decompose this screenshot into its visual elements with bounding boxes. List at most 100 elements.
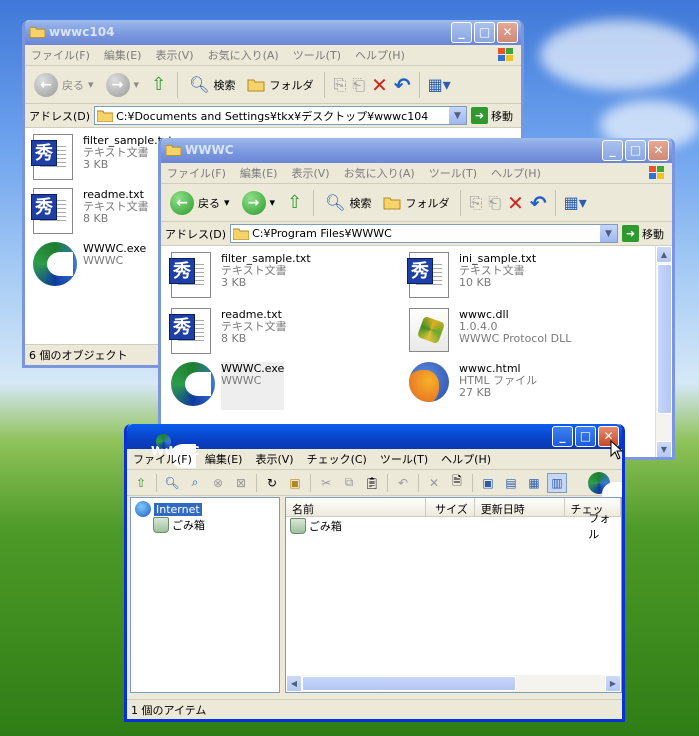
menu-view[interactable]: 表示(V) xyxy=(255,451,293,467)
file-item[interactable]: wwwc.html HTML ファイル 27 KB xyxy=(409,362,537,410)
title-bar[interactable]: wwwc104 _ □ ✕ xyxy=(25,20,521,45)
scroll-left-button[interactable]: ◀ xyxy=(286,675,302,692)
up-icon[interactable]: ⇧ xyxy=(131,473,151,493)
column-updated[interactable]: 更新日時 xyxy=(475,498,565,516)
menu-help[interactable]: ヘルプ(H) xyxy=(491,165,541,181)
toolbar-divider xyxy=(472,473,473,492)
file-item[interactable]: 秀 filter_sample.txt テキスト文書 3 KB xyxy=(169,252,311,300)
file-item[interactable]: 秀 readme.txt テキスト文書 8 KB xyxy=(31,188,149,236)
views-icon[interactable]: ▦▾ xyxy=(428,75,451,94)
undo-icon[interactable]: ↶ xyxy=(530,191,547,215)
menu-edit[interactable]: 編集(E) xyxy=(205,451,243,467)
file-item[interactable]: 秀 ini_sample.txt テキスト文書 10 KB xyxy=(407,252,536,300)
undo-icon[interactable]: ↶ xyxy=(393,473,413,493)
delete-icon[interactable]: ✕ xyxy=(507,191,524,215)
menu-help[interactable]: ヘルプ(H) xyxy=(441,451,491,467)
menu-file[interactable]: ファイル(F) xyxy=(167,165,226,181)
menu-check[interactable]: チェック(C) xyxy=(307,451,367,467)
menu-tools[interactable]: ツール(T) xyxy=(380,451,428,467)
tree-item-internet[interactable]: Internet xyxy=(135,501,202,517)
menu-view[interactable]: 表示(V) xyxy=(155,47,193,63)
file-item[interactable]: 秀 readme.txt テキスト文書 8 KB xyxy=(169,308,287,356)
folders-button[interactable]: フォルダ xyxy=(380,195,452,211)
address-dropdown-button[interactable]: ▼ xyxy=(449,107,466,124)
column-size[interactable]: サイズ xyxy=(426,498,475,516)
menu-view[interactable]: 表示(V) xyxy=(291,165,329,181)
address-input[interactable]: C:¥Program Files¥WWWC ▼ xyxy=(230,224,618,243)
up-folder-button[interactable]: ⇧ xyxy=(284,192,305,213)
delete-icon[interactable]: ✕ xyxy=(424,473,444,493)
copy-to-icon[interactable]: ⎗ xyxy=(488,193,501,213)
tree-item-recycle-bin[interactable]: ごみ箱 xyxy=(153,517,205,533)
move-to-icon[interactable]: ⎘ xyxy=(469,193,482,213)
open-icon[interactable]: ▣ xyxy=(285,473,305,493)
explorer-window-wwwc[interactable]: WWWC _ □ ✕ ファイル(F) 編集(E) 表示(V) お気に入り(A) … xyxy=(158,138,675,460)
maximize-button[interactable]: □ xyxy=(575,426,596,447)
menu-edit[interactable]: 編集(E) xyxy=(240,165,278,181)
wwwc-app-window[interactable]: WWWC _ □ ✕ ファイル(F) 編集(E) 表示(V) チェック(C) ツ… xyxy=(124,424,625,722)
back-button[interactable]: ← 戻る ▾ xyxy=(167,190,233,215)
horizontal-scrollbar[interactable]: ◀ ▶ xyxy=(286,675,621,692)
go-button[interactable]: ➜ 移動 xyxy=(471,107,517,124)
file-item[interactable]: WWWC.exe WWWC xyxy=(33,242,146,290)
cut-icon[interactable]: ✂ xyxy=(316,473,336,493)
maximize-button[interactable]: □ xyxy=(625,140,646,161)
file-item[interactable]: WWWC.exe WWWC xyxy=(171,362,285,410)
file-item[interactable]: wwwc.dll 1.0.4.0 WWWC Protocol DLL xyxy=(409,308,571,356)
address-dropdown-button[interactable]: ▼ xyxy=(600,225,617,242)
scroll-thumb[interactable] xyxy=(657,264,672,414)
small-icons-view-icon[interactable]: ▤ xyxy=(501,473,521,493)
up-folder-button[interactable]: ⇧ xyxy=(148,74,169,95)
back-button[interactable]: ← 戻る ▾ xyxy=(31,72,97,97)
paste-icon[interactable]: 📋︎ xyxy=(362,473,382,493)
copy-icon[interactable]: ⧉ xyxy=(339,473,359,493)
menu-help[interactable]: ヘルプ(H) xyxy=(355,47,405,63)
list-view-icon[interactable]: ▦ xyxy=(524,473,544,493)
views-icon[interactable]: ▦▾ xyxy=(564,193,587,212)
close-button[interactable]: ✕ xyxy=(648,140,669,161)
large-icons-view-icon[interactable]: ▣ xyxy=(478,473,498,493)
menu-file[interactable]: ファイル(F) xyxy=(133,451,192,467)
forward-button[interactable]: → ▾ xyxy=(239,190,279,215)
undo-icon[interactable]: ↶ xyxy=(394,73,411,97)
copy-to-icon[interactable]: ⎗ xyxy=(352,75,365,95)
details-view-icon[interactable]: ▥ xyxy=(547,472,567,493)
vertical-scrollbar[interactable]: ▲ ▼ xyxy=(655,246,672,457)
menu-favorites[interactable]: お気に入り(A) xyxy=(208,47,279,63)
file-item[interactable]: 秀 filter_sample.txt テキスト文書 3 KB xyxy=(31,134,173,182)
menu-tools[interactable]: ツール(T) xyxy=(293,47,341,63)
folders-button[interactable]: フォルダ xyxy=(244,77,316,93)
table-row[interactable]: ごみ箱 フォル xyxy=(286,512,621,541)
search-icon[interactable]: 🔍︎ xyxy=(162,473,182,493)
minimize-button[interactable]: _ xyxy=(451,22,472,43)
delete-icon[interactable]: ✕ xyxy=(371,73,388,97)
stop-icon[interactable]: ⊗ xyxy=(208,473,228,493)
menu-tools[interactable]: ツール(T) xyxy=(429,165,477,181)
column-name[interactable]: 名前 xyxy=(286,498,426,516)
title-bar[interactable]: WWWC _ □ ✕ xyxy=(161,138,672,163)
menu-edit[interactable]: 編集(E) xyxy=(104,47,142,63)
go-button[interactable]: ➜ 移動 xyxy=(622,225,668,242)
menu-favorites[interactable]: お気に入り(A) xyxy=(344,165,415,181)
search-button[interactable]: 🔍︎ 検索 xyxy=(186,75,238,94)
refresh-icon[interactable]: ↻ xyxy=(262,473,282,493)
properties-icon[interactable]: 🗎︎ xyxy=(447,473,467,493)
scroll-right-button[interactable]: ▶ xyxy=(605,675,621,692)
find-page-icon[interactable]: ⌕ xyxy=(185,473,205,493)
scroll-up-button[interactable]: ▲ xyxy=(656,246,672,263)
address-input[interactable]: C:¥Documents and Settings¥tkx¥デスクトップ¥www… xyxy=(94,106,467,125)
search-button[interactable]: 🔍︎ 検索 xyxy=(322,193,374,212)
title-bar[interactable]: WWWC _ □ ✕ xyxy=(127,424,622,468)
minimize-button[interactable]: _ xyxy=(602,140,623,161)
desktop-cloud xyxy=(540,20,699,90)
forward-button[interactable]: → ▾ xyxy=(103,72,143,97)
minimize-button[interactable]: _ xyxy=(552,426,573,447)
cancel-icon[interactable]: ⊠ xyxy=(231,473,251,493)
maximize-button[interactable]: □ xyxy=(474,22,495,43)
close-button[interactable]: ✕ xyxy=(497,22,518,43)
scroll-down-button[interactable]: ▼ xyxy=(656,441,672,457)
hide-text-icon: 秀 xyxy=(31,188,77,236)
scroll-thumb[interactable] xyxy=(302,676,516,691)
move-to-icon[interactable]: ⎘ xyxy=(333,75,346,95)
menu-file[interactable]: ファイル(F) xyxy=(31,47,90,63)
